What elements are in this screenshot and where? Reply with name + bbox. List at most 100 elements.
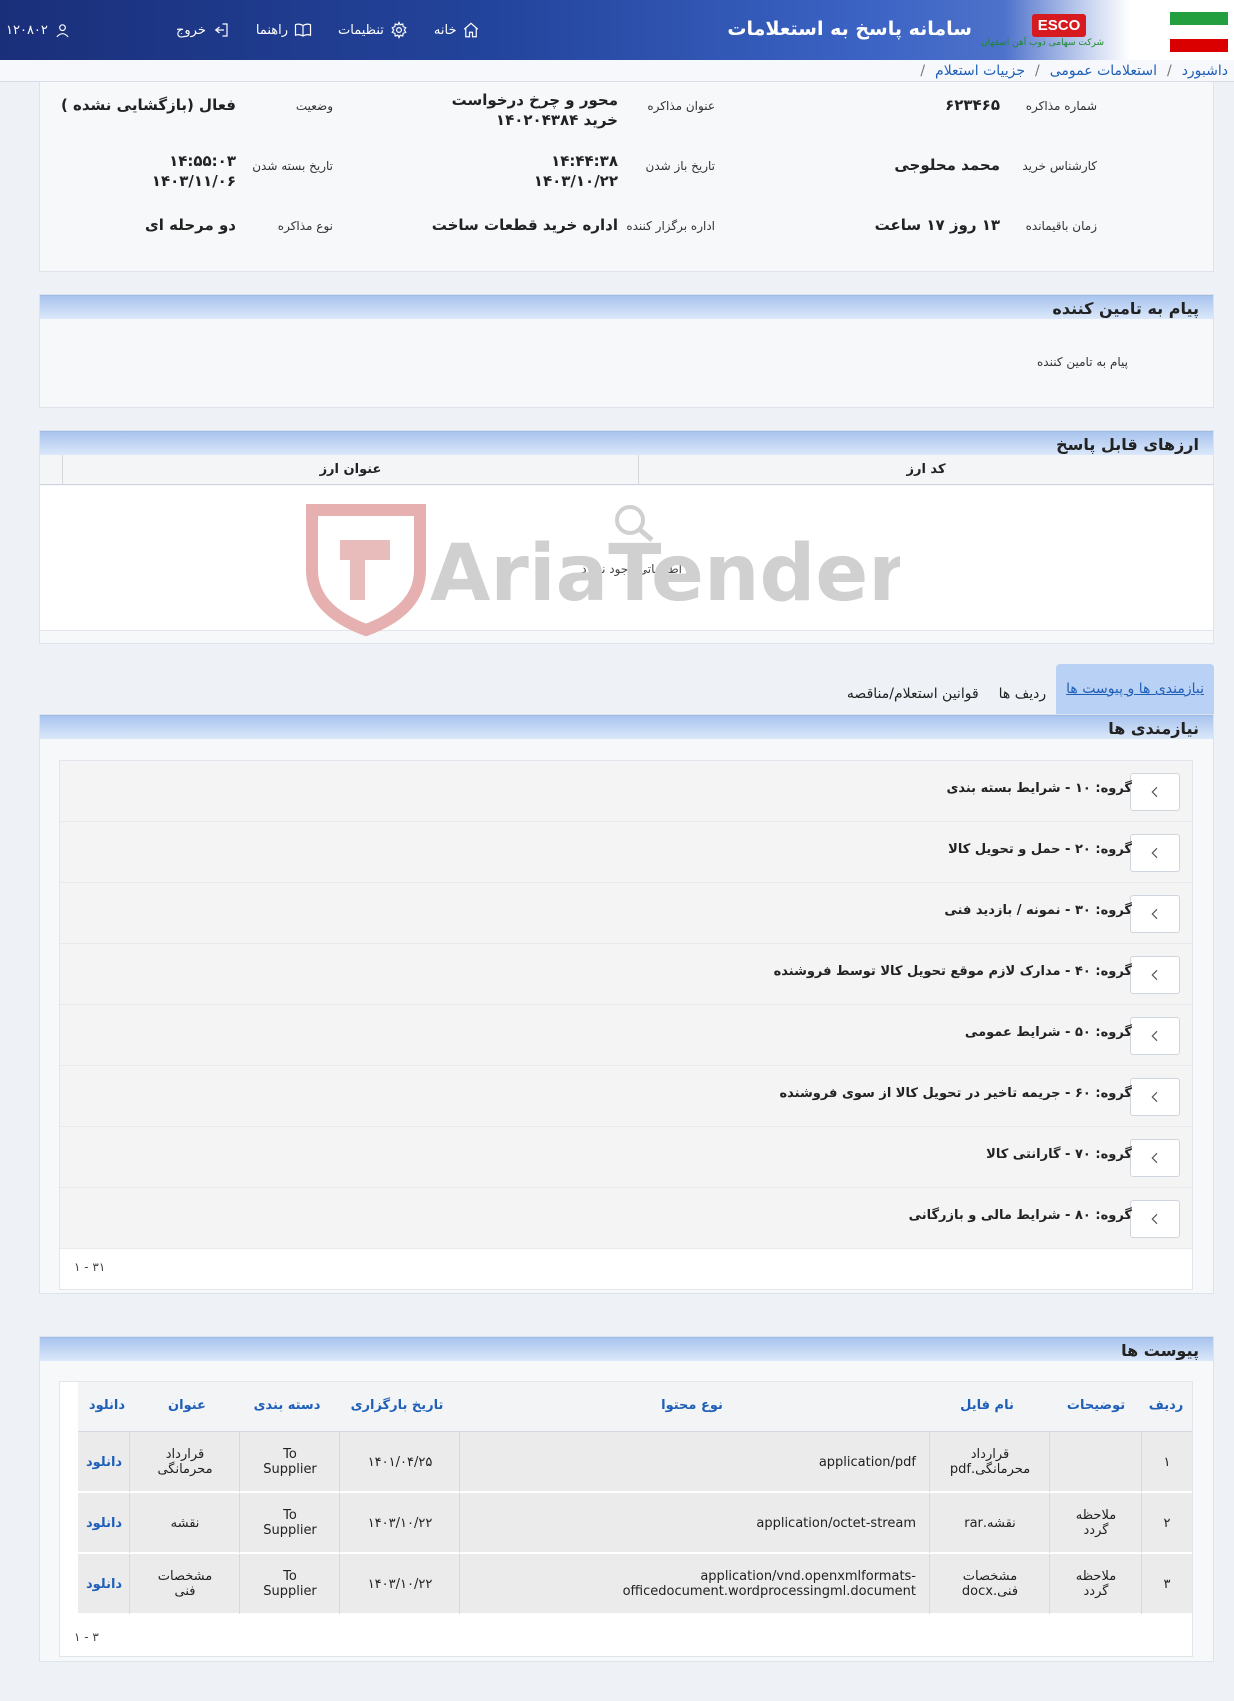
purchase-expert-value: محمد محلوجی	[894, 156, 1000, 174]
cell-upload-date: ۱۴۰۳/۱۰/۲۲	[367, 1515, 433, 1531]
col-description[interactable]: توضیحات	[1056, 1398, 1136, 1413]
requirement-group-row[interactable]: گروه: ۱۰ - شرایط بسته بندی	[60, 761, 1192, 822]
user-id[interactable]: ۱۲۰۸۰۲	[6, 22, 71, 39]
cell-file-name: نقشه.rar	[964, 1515, 1016, 1531]
nav-guide[interactable]: راهنما	[256, 21, 312, 39]
cell-content-type: application/octet-stream	[756, 1515, 916, 1531]
nav-settings[interactable]: تنظیمات	[338, 21, 408, 39]
chevron-left-icon	[1151, 969, 1158, 981]
user-icon	[56, 24, 69, 38]
chevron-left-icon	[1151, 786, 1158, 798]
nav-guide-label: راهنما	[255, 22, 289, 38]
requirement-group-row[interactable]: گروه: ۵۰ - شرایط عمومی	[60, 1005, 1192, 1066]
cell-description: ملاحظه گردد	[1075, 1569, 1117, 1599]
requirement-group-row[interactable]: گروه: ۸۰ - شرایط مالی و بازرگانی	[60, 1188, 1192, 1249]
tab-requirements-attachments[interactable]: نیازمندی ها و پیوست ها	[1056, 664, 1214, 714]
negotiation-title-label: عنوان مذاکره	[647, 99, 715, 113]
requirement-group-row[interactable]: گروه: ۴۰ - مدارک لازم موقع تحویل کالا تو…	[60, 944, 1192, 1005]
col-file-name[interactable]: نام فایل	[932, 1398, 1042, 1413]
nav-home-label: خانه	[433, 22, 457, 38]
attachments-table: ردیف توضیحات نام فایل نوع محتوا تاریخ با…	[59, 1381, 1193, 1657]
inquiry-info-panel: شماره مذاکره ۶۲۳۴۶۵ کارشناس خرید محمد مح…	[39, 82, 1214, 272]
cell-content-type: application/pdf	[818, 1454, 916, 1470]
cell-category: To Supplier	[263, 1447, 317, 1477]
requirement-group-label: گروه: ۵۰ - شرایط عمومی	[964, 1025, 1132, 1040]
top-nav: خانه تنظیمات راهنما خروج	[150, 0, 480, 60]
table-row: ۱ قرارداد محرمانگی.pdf application/pdf ۱…	[78, 1432, 1192, 1492]
cell-title: مشخصات فنی	[157, 1569, 213, 1599]
chevron-left-icon	[1151, 908, 1158, 920]
currency-title-header[interactable]: عنوان ارز	[62, 455, 638, 485]
col-content-type[interactable]: نوع محتوا	[462, 1398, 922, 1413]
cell-index: ۱	[1163, 1454, 1171, 1470]
nav-home[interactable]: خانه	[434, 21, 481, 39]
attachments-panel: پیوست ها ردیف توضیحات نام فایل نوع محتوا…	[39, 1336, 1214, 1662]
currency-code-header[interactable]: کد ارز	[638, 455, 1213, 485]
chevron-left-icon	[1151, 1091, 1158, 1103]
requirement-group-row[interactable]: گروه: ۲۰ - حمل و تحویل کالا	[60, 822, 1192, 883]
logout-icon	[214, 23, 228, 37]
requirement-group-row[interactable]: گروه: ۳۰ - نمونه / بازدید فنی	[60, 883, 1192, 944]
requirement-group-label: گروه: ۳۰ - نمونه / بازدید فنی	[944, 903, 1132, 918]
requirement-group-label: گروه: ۴۰ - مدارک لازم موقع تحویل کالا تو…	[773, 964, 1132, 979]
cell-index: ۳	[1163, 1576, 1171, 1592]
currencies-panel: ارزهای قابل پاسخ کد ارز عنوان ارز	[39, 430, 1214, 644]
top-header: ESCO شرکت سهامی ذوب آهن اصفهان سامانه پا…	[0, 0, 1234, 60]
breadcrumb-inquiry-details[interactable]: جزییات استعلام	[935, 63, 1025, 79]
nav-logout-label: خروج	[176, 22, 206, 38]
expand-button[interactable]	[1130, 1139, 1180, 1177]
breadcrumb-dashboard[interactable]: داشبورد	[1182, 63, 1228, 79]
expand-button[interactable]	[1130, 895, 1180, 933]
attachments-pager: ۱ - ۳	[74, 1630, 99, 1644]
download-link[interactable]: دانلود	[78, 1554, 130, 1614]
iran-flag-icon	[1170, 12, 1228, 52]
requirements-list: گروه: ۱۰ - شرایط بسته بندی گروه: ۲۰ - حم…	[59, 760, 1193, 1290]
expand-button[interactable]	[1130, 1200, 1180, 1238]
book-icon	[294, 23, 312, 37]
remaining-time-value: ۱۳ روز ۱۷ ساعت	[874, 216, 1000, 234]
expand-button[interactable]	[1130, 834, 1180, 872]
download-link[interactable]: دانلود	[78, 1432, 130, 1492]
requirement-group-label: گروه: ۱۰ - شرایط بسته بندی	[946, 781, 1132, 796]
col-download[interactable]: دانلود	[67, 1398, 147, 1413]
close-date-value: ۱۴۰۳/۱۱/۰۶	[151, 172, 236, 190]
expand-button[interactable]	[1130, 773, 1180, 811]
breadcrumb-public-inquiries[interactable]: استعلامات عمومی	[1050, 63, 1157, 79]
attachments-title: پیوست ها	[1121, 1341, 1199, 1360]
requirement-group-row[interactable]: گروه: ۷۰ - گارانتی کالا	[60, 1127, 1192, 1188]
supplier-message-title: پیام به تامین کننده	[1052, 299, 1199, 318]
cell-upload-date: ۱۴۰۳/۱۰/۲۲	[367, 1576, 433, 1592]
esco-logo: ESCO شرکت سهامی ذوب آهن اصفهان	[981, 14, 1104, 48]
download-link[interactable]: دانلود	[78, 1493, 130, 1553]
supplier-message-text: پیام به تامین کننده	[1037, 355, 1128, 369]
currencies-table-header: کد ارز عنوان ارز	[40, 455, 1213, 485]
negotiation-title-line2: خرید ۱۴۰۲۰۴۳۸۴	[495, 111, 618, 129]
breadcrumb: داشبورد / استعلامات عمومی / جزییات استعل…	[0, 60, 1234, 82]
cell-category: To Supplier	[263, 1569, 317, 1599]
requirement-group-label: گروه: ۲۰ - حمل و تحویل کالا	[948, 842, 1132, 857]
esco-logo-text: ESCO	[1031, 14, 1087, 37]
chevron-left-icon	[1151, 1213, 1158, 1225]
cell-description: ملاحظه گردد	[1075, 1508, 1117, 1538]
requirement-group-label: گروه: ۷۰ - گارانتی کالا	[986, 1147, 1132, 1162]
nav-logout[interactable]: خروج	[176, 21, 230, 39]
organizer-value: اداره خرید قطعات ساخت	[431, 216, 618, 234]
col-category[interactable]: دسته بندی	[242, 1398, 332, 1413]
cell-file-name: مشخصات فنی.docx	[961, 1569, 1019, 1599]
expand-button[interactable]	[1130, 1078, 1180, 1116]
cell-title: نقشه	[170, 1515, 200, 1531]
tab-rules[interactable]: قوانین استعلام/مناقصه	[837, 674, 989, 714]
col-title[interactable]: عنوان	[137, 1398, 237, 1413]
currencies-empty-text: اطلاعاتی وجود ندارد	[581, 562, 682, 576]
chevron-left-icon	[1151, 1030, 1158, 1042]
tab-rows[interactable]: ردیف ها	[989, 674, 1056, 714]
col-index[interactable]: ردیف	[1148, 1398, 1184, 1413]
col-upload-date[interactable]: تاریخ بارگزاری	[342, 1398, 452, 1413]
expand-button[interactable]	[1130, 1017, 1180, 1055]
nav-settings-label: تنظیمات	[338, 22, 384, 38]
requirement-group-row[interactable]: گروه: ۶۰ - جریمه تاخیر در تحویل کالا از …	[60, 1066, 1192, 1127]
requirements-pager: ۱ - ۳۱	[74, 1260, 106, 1274]
tab-bar: نیازمندی ها و پیوست ها ردیف ها قوانین اس…	[39, 664, 1214, 714]
requirement-group-label: گروه: ۶۰ - جریمه تاخیر در تحویل کالا از …	[779, 1086, 1132, 1101]
expand-button[interactable]	[1130, 956, 1180, 994]
